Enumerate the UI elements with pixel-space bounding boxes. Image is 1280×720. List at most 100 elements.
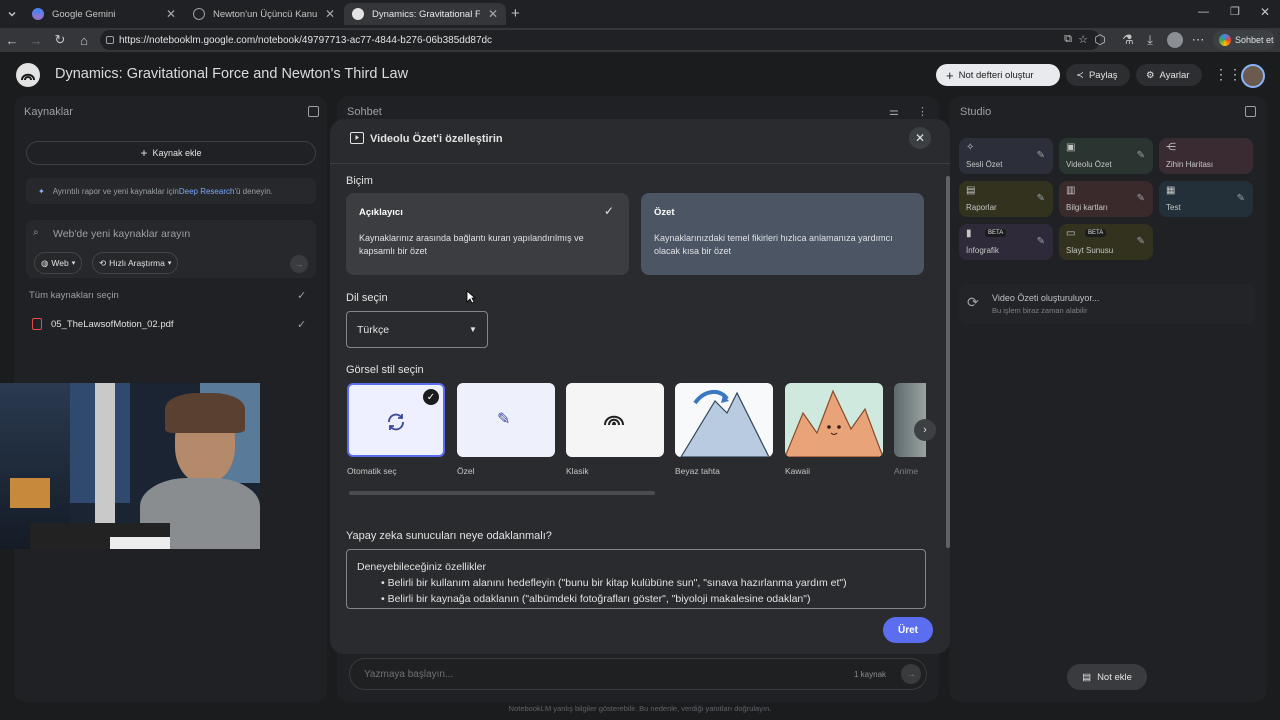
studio-tile[interactable]: ✧ Sesli Özet ✎ — [959, 138, 1053, 174]
video-icon — [350, 132, 364, 144]
edit-pencil-icon[interactable]: ✎ — [1037, 150, 1045, 161]
tab-title: Newton'un Üçüncü Kanunu — [213, 8, 317, 20]
add-note-button[interactable]: ▤ Not ekle — [1067, 664, 1147, 690]
dialog-scrollbar-thumb[interactable] — [946, 176, 950, 548]
style-classic-thumb[interactable] — [566, 383, 664, 457]
tab-notebooklm[interactable]: Dynamics: Gravitational Force and ✕ — [344, 3, 506, 25]
tile-glyph: ✧ — [966, 142, 975, 153]
more-menu-icon[interactable]: ⋯ — [1190, 32, 1206, 48]
chevron-down-icon: ▾ — [71, 260, 76, 267]
gemini-chat-button[interactable]: Sohbet et — [1213, 30, 1275, 50]
style-label-classic: Klasik — [566, 466, 589, 476]
forward-icon[interactable]: → — [28, 32, 44, 48]
close-window-icon[interactable]: ✕ — [1260, 5, 1270, 19]
web-search-input[interactable]: Web'de yeni kaynaklar arayın — [53, 228, 190, 240]
studio-tile[interactable]: ▥ Bilgi kartları ✎ — [1059, 181, 1153, 217]
user-avatar[interactable] — [1241, 64, 1265, 88]
style-custom-thumb[interactable]: ✎ — [457, 383, 555, 457]
url-text: https://notebooklm.google.com/notebook/4… — [119, 34, 493, 46]
studio-tile[interactable]: ⋲ Zihin Haritası — [1159, 138, 1253, 174]
new-tab-icon[interactable]: + — [511, 5, 520, 22]
source-item-checkbox[interactable]: ✓ — [297, 318, 306, 331]
add-source-label: Kaynak ekle — [152, 148, 202, 158]
url-field[interactable]: https://notebooklm.google.com/notebook/4… — [100, 30, 1100, 50]
language-select[interactable]: Türkçe ▼ — [346, 311, 488, 348]
notebooklm-logo-icon — [604, 415, 624, 426]
quiz-icon: ▦ — [1166, 186, 1246, 198]
create-notebook-button[interactable]: + Not defteri oluştur — [936, 64, 1060, 86]
add-source-button[interactable]: + Kaynak ekle — [26, 141, 316, 165]
reload-icon[interactable]: ↻ — [52, 32, 68, 48]
mindmap-icon: ⋲ — [1166, 143, 1246, 155]
style-kawaii-thumb[interactable] — [785, 383, 883, 457]
extensions-icon[interactable]: ⬡ — [1092, 32, 1108, 48]
tile-glyph: ▤ — [966, 185, 976, 196]
style-auto-thumb[interactable]: ✓ — [347, 383, 445, 457]
submit-search-button[interactable]: → — [290, 255, 308, 273]
edit-pencil-icon[interactable]: ✎ — [1137, 193, 1145, 204]
restore-icon[interactable]: ❐ — [1230, 5, 1240, 18]
edit-pencil-icon[interactable]: ✎ — [1137, 150, 1145, 161]
close-tab-icon[interactable]: ✕ — [166, 7, 176, 21]
edit-pencil-icon[interactable]: ✎ — [1037, 193, 1045, 204]
tab-gemini[interactable]: Google Gemini ✕ — [24, 3, 184, 25]
tab-search-icon[interactable] — [4, 6, 20, 22]
lab-icon[interactable]: ⚗ — [1120, 32, 1136, 48]
edit-pencil-icon[interactable]: ✎ — [1137, 236, 1145, 247]
next-styles-button[interactable]: › — [914, 419, 936, 441]
edit-pencil-icon[interactable]: ✎ — [1037, 236, 1045, 247]
chat-input[interactable]: Yazmaya başlayın... — [364, 669, 453, 680]
close-tab-icon[interactable]: ✕ — [325, 7, 335, 21]
close-dialog-button[interactable]: ✕ — [909, 127, 931, 149]
studio-tile[interactable]: ▦ Test ✎ — [1159, 181, 1253, 217]
focus-textarea[interactable]: Deneyebileceğiniz özellikler • Belirli b… — [346, 549, 926, 609]
focus-item: • Belirli bir kaynağa odaklanın ("albümd… — [381, 593, 811, 605]
home-icon[interactable]: ⌂ — [76, 32, 92, 48]
studio-tile[interactable]: ▤ Raporlar ✎ — [959, 181, 1053, 217]
share-button[interactable]: ≺ Paylaş — [1066, 64, 1130, 86]
select-all-checkbox[interactable]: ✓ — [297, 289, 306, 302]
format-card-brief[interactable]: Özet Kaynaklarınızdaki temel fikirleri h… — [641, 193, 924, 275]
chat-input-box[interactable]: Yazmaya başlayın... 1 kaynak → — [349, 658, 927, 690]
more-vert-icon[interactable]: ⋮ — [917, 105, 928, 118]
tab-newton[interactable]: Newton'un Üçüncü Kanunu ✕ — [185, 3, 343, 25]
style-whiteboard-thumb[interactable] — [675, 383, 773, 457]
apps-grid-icon[interactable]: ⋮⋮ — [1214, 66, 1242, 83]
settings-label: Ayarlar — [1159, 69, 1190, 81]
account-avatar[interactable] — [1167, 32, 1183, 48]
sources-header: Kaynaklar — [24, 106, 73, 118]
research-mode-chip[interactable]: ⟲ Hızlı Araştırma ▾ — [92, 252, 179, 274]
deep-research-link[interactable]: Deep Research — [179, 187, 235, 196]
source-item-name[interactable]: 05_TheLawsofMotion_02.pdf — [51, 319, 174, 330]
generate-button[interactable]: Üret — [883, 617, 933, 643]
styles-horizontal-scrollbar[interactable] — [349, 491, 655, 495]
chat-options-icon[interactable]: ⚌ — [889, 105, 899, 118]
send-button[interactable]: → — [901, 664, 921, 684]
chevron-down-icon: ▾ — [167, 260, 172, 267]
studio-tile[interactable]: ▮ BETA İnfografik ✎ — [959, 224, 1053, 260]
back-icon[interactable]: ← — [4, 32, 20, 48]
pencil-icon: ✎ — [497, 411, 511, 428]
research-chip-label: Hızlı Araştırma — [109, 258, 165, 268]
collapse-panel-icon[interactable] — [308, 106, 319, 117]
site-info-icon[interactable] — [106, 36, 114, 44]
studio-tile-label: Videolu Özet — [1066, 160, 1112, 169]
web-chip[interactable]: ◍ Web ▾ — [34, 252, 83, 274]
flashcard-icon: ▥ — [1066, 186, 1146, 198]
bookmark-star-icon[interactable]: ☆ — [1078, 33, 1088, 46]
install-app-icon[interactable]: ⧉ — [1064, 33, 1072, 46]
notebook-title[interactable]: Dynamics: Gravitational Force and Newton… — [55, 66, 408, 82]
settings-button[interactable]: ⚙ Ayarlar — [1136, 64, 1202, 86]
format-card-explanatory[interactable]: Açıklayıcı Kaynaklarınız arasında bağlan… — [346, 193, 629, 275]
close-tab-icon[interactable]: ✕ — [488, 7, 498, 21]
collapse-panel-icon[interactable] — [1245, 106, 1256, 117]
download-icon[interactable]: ⤓ — [1142, 32, 1158, 48]
studio-tile[interactable]: ▣ Videolu Özet ✎ — [1059, 138, 1153, 174]
edit-pencil-icon[interactable]: ✎ — [1237, 193, 1245, 204]
language-label: Dil seçin — [346, 292, 388, 304]
format-description: Kaynaklarınızdaki temel fikirleri hızlıc… — [654, 233, 893, 256]
studio-tile[interactable]: ▭ BETA Slayt Sunusu ✎ — [1059, 224, 1153, 260]
notebooklm-logo-icon[interactable] — [16, 63, 40, 87]
minimize-icon[interactable]: — — [1198, 6, 1209, 18]
research-icon: ⟲ — [99, 257, 107, 268]
